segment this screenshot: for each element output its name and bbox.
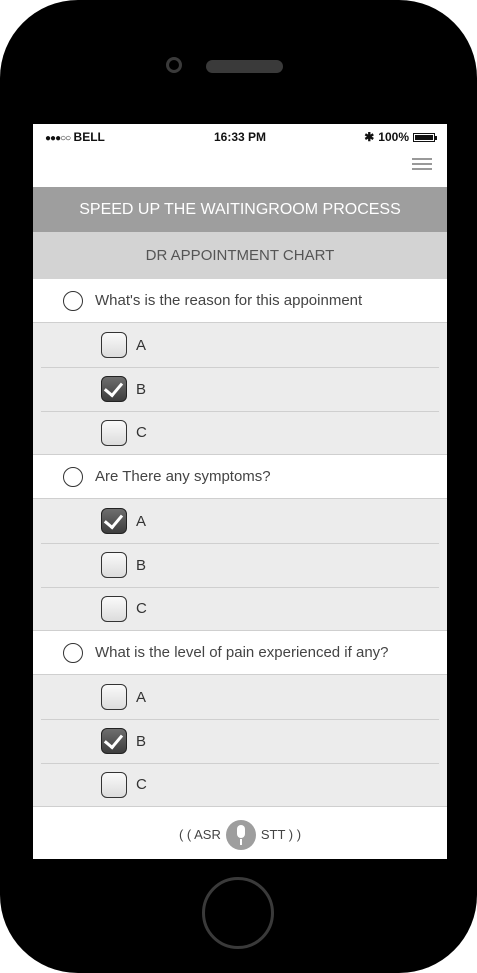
phone-frame: ●●●○○ BELL 16:33 PM ✱ 100% SPEED UP THE … bbox=[0, 0, 477, 973]
option-label: C bbox=[136, 776, 147, 793]
screen: ●●●○○ BELL 16:33 PM ✱ 100% SPEED UP THE … bbox=[33, 124, 447, 859]
checkbox-checked[interactable] bbox=[101, 508, 127, 534]
checkbox[interactable] bbox=[101, 595, 127, 622]
radio-button[interactable] bbox=[63, 290, 83, 311]
asr-label: ( ( ASR bbox=[178, 827, 221, 842]
question-row[interactable]: What's is the reason for this appoinment bbox=[33, 279, 447, 323]
option-row[interactable]: B bbox=[33, 367, 447, 411]
option-row[interactable]: B bbox=[33, 543, 447, 587]
stt-label: STT ) ) bbox=[260, 827, 302, 842]
option-row[interactable]: A bbox=[33, 499, 447, 543]
checkbox[interactable] bbox=[101, 552, 127, 578]
camera-icon bbox=[166, 57, 182, 73]
option-row[interactable]: C bbox=[33, 411, 447, 455]
option-label: B bbox=[136, 732, 147, 750]
option-label: A bbox=[136, 512, 147, 530]
page-title: DR APPOINTMENT CHART bbox=[33, 232, 447, 279]
checkbox[interactable] bbox=[101, 332, 127, 358]
bluetooth-icon: ✱ bbox=[364, 130, 375, 144]
checkbox-checked[interactable] bbox=[101, 376, 127, 402]
option-label: C bbox=[136, 424, 147, 441]
question-list: What's is the reason for this appoinment… bbox=[33, 279, 447, 807]
question-text: What is the level of pain experienced if… bbox=[95, 644, 389, 661]
hamburger-menu-icon[interactable] bbox=[412, 158, 432, 174]
option-row[interactable]: A bbox=[33, 675, 447, 719]
status-bar: ●●●○○ BELL 16:33 PM ✱ 100% bbox=[33, 124, 447, 150]
option-row[interactable]: B bbox=[33, 719, 447, 763]
checkbox[interactable] bbox=[101, 771, 127, 798]
checkbox[interactable] bbox=[101, 684, 127, 710]
option-row[interactable]: C bbox=[33, 587, 447, 631]
speaker-grille bbox=[206, 60, 283, 73]
voice-input-bar: ( ( ASR STT ) ) bbox=[33, 810, 447, 859]
option-label: C bbox=[136, 600, 147, 617]
question-row[interactable]: What is the level of pain experienced if… bbox=[33, 631, 447, 675]
radio-button[interactable] bbox=[63, 642, 83, 663]
option-label: B bbox=[136, 556, 147, 574]
battery-percent: 100% bbox=[378, 130, 409, 144]
question-row[interactable]: Are There any symptoms? bbox=[33, 455, 447, 499]
page-banner: SPEED UP THE WAITINGROOM PROCESS bbox=[33, 187, 447, 232]
microphone-icon[interactable] bbox=[225, 819, 256, 850]
battery-icon bbox=[413, 132, 437, 142]
option-label: A bbox=[136, 688, 147, 706]
option-label: A bbox=[136, 336, 147, 354]
home-button[interactable] bbox=[202, 877, 274, 949]
checkbox[interactable] bbox=[101, 419, 127, 446]
option-label: B bbox=[136, 380, 147, 398]
option-row[interactable]: A bbox=[33, 323, 447, 367]
radio-button[interactable] bbox=[63, 466, 83, 487]
option-row[interactable]: C bbox=[33, 763, 447, 807]
question-text: Are There any symptoms? bbox=[95, 468, 271, 485]
checkbox-checked[interactable] bbox=[101, 728, 127, 754]
question-text: What's is the reason for this appoinment bbox=[95, 292, 363, 309]
